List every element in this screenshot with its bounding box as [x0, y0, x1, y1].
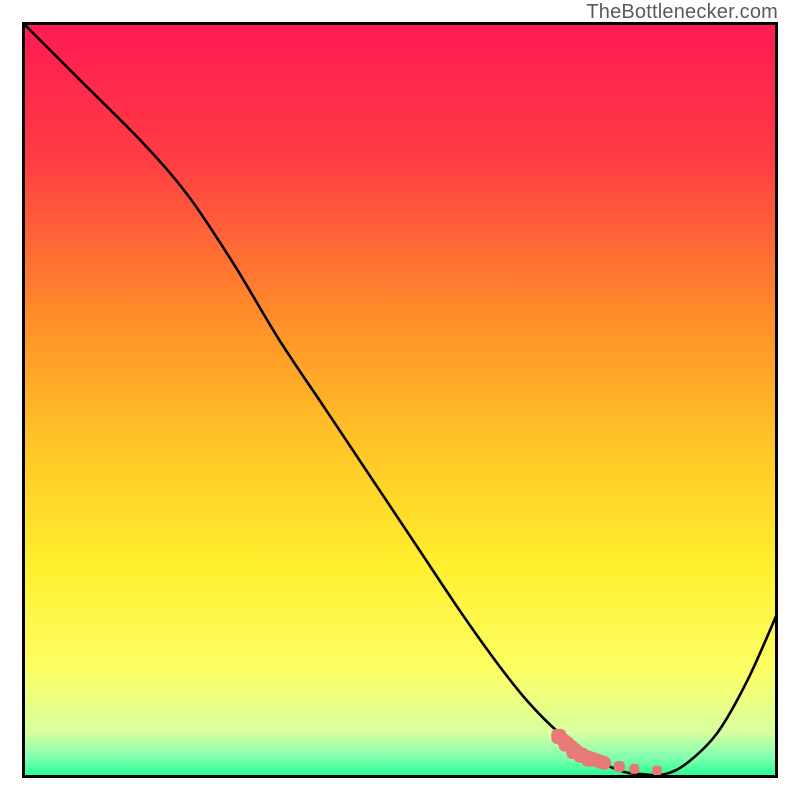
chart-frame [22, 22, 778, 778]
gradient-rect [22, 22, 778, 778]
attribution-text: TheBottlenecker.com [586, 1, 778, 24]
gradient-background [22, 22, 778, 778]
